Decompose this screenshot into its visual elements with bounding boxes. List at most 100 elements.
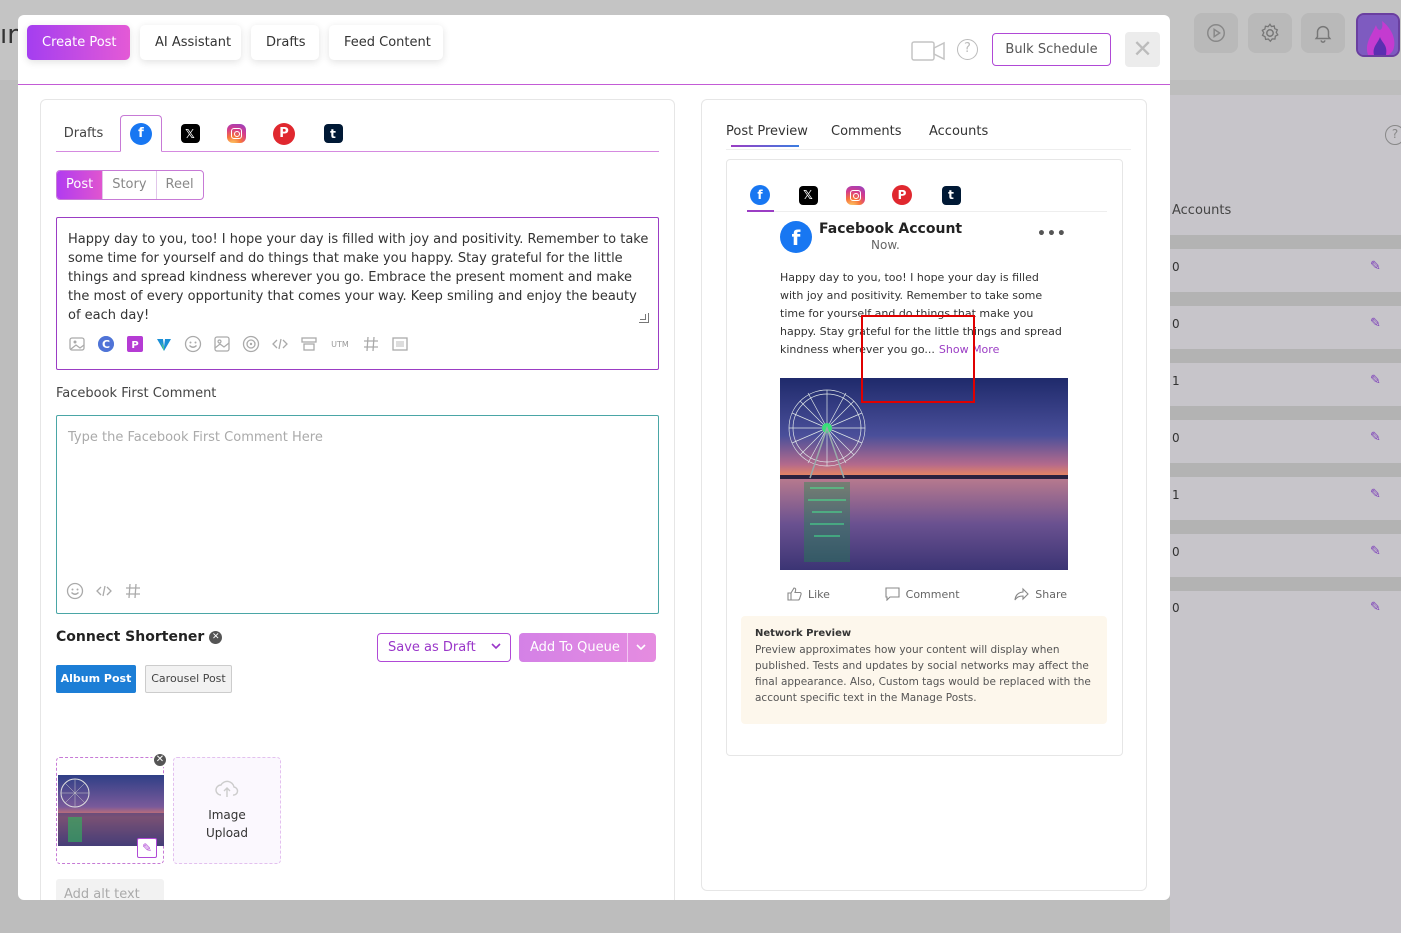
account-name: Facebook Account — [819, 221, 963, 237]
chevron-down-icon[interactable] — [490, 640, 502, 652]
chevron-down-icon[interactable] — [635, 641, 647, 653]
share-button[interactable]: Share — [1014, 584, 1067, 604]
share-icon — [1014, 587, 1030, 601]
emoji-icon[interactable] — [66, 582, 84, 600]
network-preview-text: Preview approximates how your content wi… — [755, 644, 1091, 704]
edit-icon[interactable]: ✎ — [1370, 600, 1381, 615]
tab-pinterest[interactable]: P — [264, 115, 304, 152]
background-help-icon[interactable]: ? — [1385, 125, 1401, 145]
bulk-schedule-button[interactable]: Bulk Schedule — [992, 33, 1111, 66]
tab-ai-assistant[interactable]: AI Assistant — [140, 25, 241, 60]
edit-icon[interactable]: ✎ — [1370, 259, 1381, 274]
template-icon[interactable] — [300, 335, 318, 353]
preview-image — [780, 378, 1068, 570]
user-avatar[interactable] — [1356, 13, 1400, 57]
comment-icon — [885, 587, 900, 601]
alt-text-input[interactable]: Add alt text to — [56, 879, 164, 900]
vista-icon[interactable] — [155, 335, 173, 353]
tab-drafts-network[interactable]: Drafts — [56, 115, 111, 152]
edit-icon[interactable]: ✎ — [1370, 544, 1381, 559]
post-editor[interactable]: Happy day to you, too! I hope your day i… — [56, 217, 659, 370]
editor-toolbar: C P UTM — [68, 334, 420, 354]
preview-tab-facebook[interactable]: f — [747, 182, 773, 208]
tab-comments[interactable]: Comments — [831, 124, 901, 139]
post-time: Now. — [871, 238, 900, 252]
background-row-value: 0 — [1172, 545, 1180, 559]
post-preview-card: f 𝕏 P t f Facebook Account Now. ••• Happ… — [726, 159, 1123, 756]
tab-feed-content[interactable]: Feed Content — [329, 25, 443, 60]
x-icon: 𝕏 — [798, 185, 818, 205]
ai-image-icon[interactable] — [68, 335, 86, 353]
like-button[interactable]: Like — [787, 584, 830, 604]
hashtag-icon[interactable] — [362, 335, 380, 353]
utm-label: UTM — [331, 339, 349, 349]
utm-icon[interactable]: UTM — [329, 335, 351, 353]
post-actions: Like Comment Share — [787, 584, 1067, 604]
uploaded-image-card[interactable]: ✕ ✎ — [56, 752, 168, 864]
more-options-icon[interactable]: ••• — [1037, 226, 1067, 242]
connect-shortener-label: Connect Shortener — [56, 629, 205, 645]
edit-icon[interactable]: ✎ — [1370, 430, 1381, 445]
post-type-reel[interactable]: Reel — [157, 171, 203, 199]
video-tutorial-icon[interactable] — [911, 41, 945, 61]
code-icon[interactable] — [95, 582, 113, 600]
gear-icon[interactable] — [1248, 13, 1292, 53]
post-type-story[interactable]: Story — [103, 171, 157, 199]
code-icon[interactable] — [271, 335, 289, 353]
remove-shortener-icon[interactable]: ✕ — [209, 630, 223, 644]
add-to-queue-button[interactable]: Add To Queue — [519, 633, 656, 662]
play-icon[interactable] — [1194, 13, 1238, 53]
edit-icon[interactable]: ✎ — [1370, 316, 1381, 331]
preview-tab-pinterest[interactable]: P — [889, 182, 915, 208]
carousel-post-button[interactable]: Carousel Post — [145, 665, 232, 693]
edit-image-icon[interactable]: ✎ — [137, 838, 157, 858]
first-comment-input[interactable]: Type the Facebook First Comment Here — [56, 415, 659, 614]
emoji-icon[interactable] — [184, 335, 202, 353]
tab-tumblr[interactable]: t — [313, 115, 353, 152]
facebook-icon: f — [130, 122, 152, 145]
picsart-icon[interactable]: P — [126, 335, 144, 353]
post-type-post[interactable]: Post — [57, 171, 104, 199]
tab-create-post[interactable]: Create Post — [27, 25, 130, 60]
target-icon[interactable] — [242, 335, 260, 353]
background-row-value: 0 — [1172, 317, 1180, 331]
bell-icon[interactable] — [1301, 13, 1345, 53]
media-icon[interactable] — [391, 335, 409, 353]
background-table-panel — [1170, 95, 1401, 933]
like-icon — [787, 587, 802, 601]
compose-panel: Drafts f 𝕏 P t Post Story Reel Happy day… — [40, 99, 675, 900]
remove-image-icon[interactable]: ✕ — [152, 752, 168, 768]
edit-icon[interactable]: ✎ — [1370, 373, 1381, 388]
first-comment-placeholder: Type the Facebook First Comment Here — [68, 430, 323, 445]
x-icon: 𝕏 — [180, 124, 200, 143]
pinterest-icon: P — [892, 185, 912, 205]
tab-accounts[interactable]: Accounts — [929, 124, 988, 139]
instagram-icon — [226, 124, 246, 143]
background-row-divider — [1170, 577, 1401, 591]
edit-icon[interactable]: ✎ — [1370, 487, 1381, 502]
background-row-value: 0 — [1172, 431, 1180, 445]
preview-tab-instagram[interactable] — [842, 182, 868, 208]
preview-tab-tumblr[interactable]: t — [938, 182, 964, 208]
tab-instagram[interactable] — [216, 115, 256, 152]
first-comment-toolbar — [66, 582, 153, 600]
help-icon[interactable]: ? — [957, 39, 978, 60]
comment-button[interactable]: Comment — [885, 584, 960, 604]
tab-x[interactable]: 𝕏 — [170, 115, 210, 152]
save-as-draft-button[interactable]: Save as Draft — [377, 633, 511, 662]
canva-icon[interactable]: C — [97, 335, 115, 353]
tab-facebook[interactable]: f — [120, 115, 162, 152]
preview-tab-x[interactable]: 𝕏 — [795, 182, 821, 208]
tab-drafts[interactable]: Drafts — [251, 25, 319, 60]
resize-handle[interactable] — [639, 313, 649, 323]
image-upload-card[interactable]: Image Upload — [173, 757, 281, 864]
gallery-icon[interactable] — [213, 335, 231, 353]
hashtag-icon[interactable] — [124, 582, 142, 600]
album-post-button[interactable]: Album Post — [56, 665, 136, 693]
pinterest-icon: P — [273, 122, 295, 145]
post-text[interactable]: Happy day to you, too! I hope your day i… — [68, 230, 653, 325]
background-row-divider — [1170, 292, 1401, 306]
close-modal-button[interactable]: ✕ — [1125, 32, 1160, 67]
background-row-value: 1 — [1172, 488, 1180, 502]
tab-post-preview[interactable]: Post Preview — [726, 124, 808, 139]
